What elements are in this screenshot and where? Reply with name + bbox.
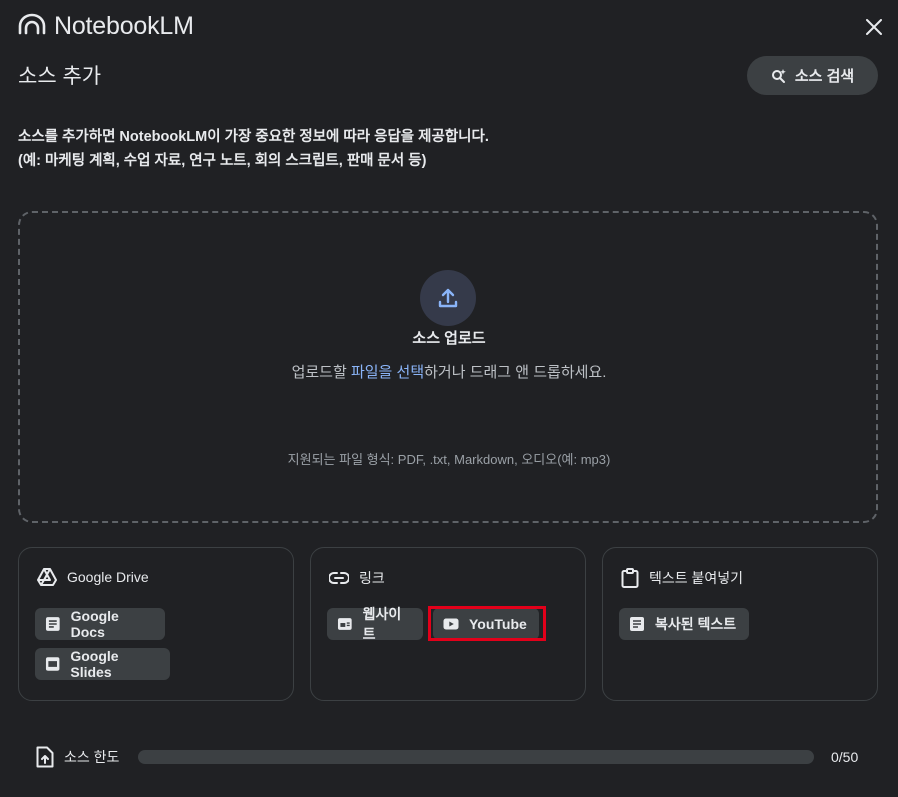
- upload-desc-prefix: 업로드할: [291, 364, 351, 381]
- copied-text-label: 복사된 텍스트: [655, 616, 737, 632]
- dialog-title: 소스 추가: [18, 65, 102, 88]
- notebooklm-logo-icon: [18, 13, 46, 40]
- website-button[interactable]: 웹사이트: [327, 606, 423, 642]
- upload-description: 업로드할 파일을 선택하거나 드래그 앤 드롭하세요.: [0, 361, 898, 382]
- document-icon: [45, 617, 60, 631]
- text-document-icon: [630, 617, 644, 631]
- google-docs-button[interactable]: Google Docs: [35, 608, 165, 640]
- description-line-2: (예: 마케팅 계획, 수업 자료, 연구 노트, 회의 스크립트, 판매 문서…: [18, 153, 427, 169]
- source-limit-label: 소스 한도: [64, 749, 120, 765]
- source-limit-count: 0/50: [831, 749, 859, 765]
- brand: NotebookLM: [18, 12, 194, 41]
- supported-formats: 지원되는 파일 형식: PDF, .txt, Markdown, 오디오(예: …: [287, 452, 611, 467]
- google-drive-title: Google Drive: [67, 569, 149, 585]
- paste-text-card: 텍스트 붙여넣기 복사된 텍스트: [602, 547, 878, 701]
- link-header: 링크: [329, 568, 385, 588]
- paste-text-header: 텍스트 붙여넣기: [621, 568, 743, 588]
- website-label: 웹사이트: [362, 606, 402, 642]
- youtube-highlight-box: [428, 606, 546, 641]
- brand-name: NotebookLM: [54, 12, 194, 40]
- google-docs-label: Google Docs: [70, 608, 119, 640]
- slides-icon: [45, 657, 60, 671]
- source-search-button[interactable]: 소스 검색: [747, 56, 878, 95]
- description-line-1: 소스를 추가하면 NotebookLM이 가장 중요한 정보에 따라 응답을 제…: [18, 129, 489, 145]
- clipboard-icon: [621, 568, 639, 588]
- close-button[interactable]: [862, 15, 886, 39]
- select-file-link[interactable]: 파일을 선택: [351, 364, 424, 381]
- upload-title: 소스 업로드: [412, 330, 486, 347]
- google-slides-button[interactable]: Google Slides: [35, 648, 170, 680]
- google-drive-header: Google Drive: [37, 568, 149, 586]
- search-sparkle-icon: [771, 68, 786, 83]
- google-drive-icon: [37, 568, 57, 586]
- source-limit-progress: [138, 750, 814, 764]
- upload-button[interactable]: [420, 270, 476, 326]
- upload-desc-suffix: 하거나 드래그 앤 드롭하세요.: [424, 364, 607, 381]
- file-upload-icon: [36, 746, 54, 768]
- google-drive-card: Google Drive Google Docs Google Slides: [18, 547, 294, 701]
- link-icon: [329, 572, 349, 584]
- source-limit: 소스 한도: [36, 746, 119, 768]
- close-icon: [866, 19, 882, 35]
- upload-icon: [438, 288, 458, 308]
- google-slides-label: Google Slides: [70, 648, 119, 680]
- website-icon: [337, 618, 352, 630]
- dialog-description: 소스를 추가하면 NotebookLM이 가장 중요한 정보에 따라 응답을 제…: [18, 125, 489, 173]
- paste-text-title: 텍스트 붙여넣기: [649, 570, 744, 586]
- link-title: 링크: [359, 570, 385, 586]
- copied-text-button[interactable]: 복사된 텍스트: [619, 608, 749, 640]
- source-search-label: 소스 검색: [794, 68, 855, 85]
